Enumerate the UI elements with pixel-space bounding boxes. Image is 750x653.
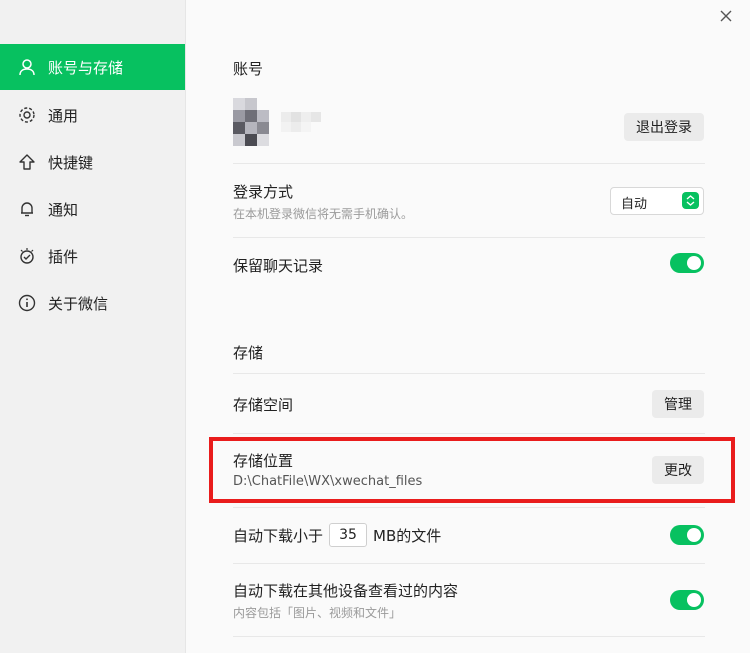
- divider: [233, 237, 705, 238]
- sidebar-item-label: 插件: [48, 247, 79, 266]
- auto-download-other-toggle[interactable]: [670, 590, 704, 610]
- sidebar-item-general[interactable]: 通用: [0, 92, 185, 138]
- select-arrows-icon: [682, 192, 699, 209]
- close-icon: [720, 10, 732, 22]
- bell-icon: [17, 199, 37, 219]
- divider: [233, 563, 705, 564]
- highlight-box: [209, 437, 735, 503]
- sidebar-item-label: 通知: [48, 200, 79, 219]
- sidebar-item-notifications[interactable]: 通知: [0, 186, 185, 232]
- settings-panel: 账号 退出登录 登录方式 在本机登录微信将无需手机确认。 自动 保留聊天记录 存…: [186, 0, 750, 653]
- sidebar-item-label: 账号与存储: [48, 58, 124, 77]
- manage-button[interactable]: 管理: [652, 390, 704, 418]
- keep-history-label: 保留聊天记录: [233, 257, 324, 275]
- auto-download-other-description: 内容包括「图片、视频和文件」: [233, 606, 402, 620]
- sidebar: 账号与存储 通用 快捷键 通知 插件 关于微信: [0, 0, 185, 653]
- auto-download-size-input[interactable]: 35: [329, 523, 368, 547]
- close-button[interactable]: [718, 8, 734, 24]
- login-method-title: 登录方式: [233, 183, 294, 201]
- divider: [233, 433, 705, 434]
- login-method-value: 自动: [621, 197, 648, 212]
- auto-download-size-row: 自动下载小于 35 MB的文件: [233, 523, 441, 547]
- sidebar-item-about[interactable]: 关于微信: [0, 280, 185, 326]
- gear-icon: [17, 105, 37, 125]
- sidebar-item-label: 关于微信: [48, 294, 109, 313]
- arrow-up-icon: [17, 152, 37, 172]
- storage-section-title: 存储: [233, 344, 264, 362]
- logout-button[interactable]: 退出登录: [624, 113, 704, 141]
- info-icon: [17, 293, 37, 313]
- auto-download-prefix: 自动下载小于: [233, 526, 324, 545]
- divider: [233, 163, 705, 164]
- plugin-icon: [17, 246, 37, 266]
- sidebar-item-shortcuts[interactable]: 快捷键: [0, 139, 185, 185]
- user-icon: [17, 57, 37, 77]
- keep-history-toggle[interactable]: [670, 253, 704, 273]
- sidebar-item-label: 快捷键: [48, 153, 94, 172]
- divider: [233, 507, 705, 508]
- storage-space-label: 存储空间: [233, 396, 294, 414]
- login-method-description: 在本机登录微信将无需手机确认。: [233, 207, 414, 221]
- divider: [233, 636, 705, 637]
- auto-download-other-label: 自动下载在其他设备查看过的内容: [233, 582, 459, 600]
- sidebar-item-account-storage[interactable]: 账号与存储: [0, 44, 185, 90]
- account-section-title: 账号: [233, 60, 264, 78]
- login-method-select[interactable]: 自动: [610, 187, 704, 215]
- sidebar-item-plugins[interactable]: 插件: [0, 233, 185, 279]
- divider: [233, 373, 705, 374]
- avatar: [233, 98, 341, 148]
- auto-download-size-toggle[interactable]: [670, 525, 704, 545]
- auto-download-suffix: MB的文件: [373, 526, 442, 545]
- sidebar-item-label: 通用: [48, 106, 79, 125]
